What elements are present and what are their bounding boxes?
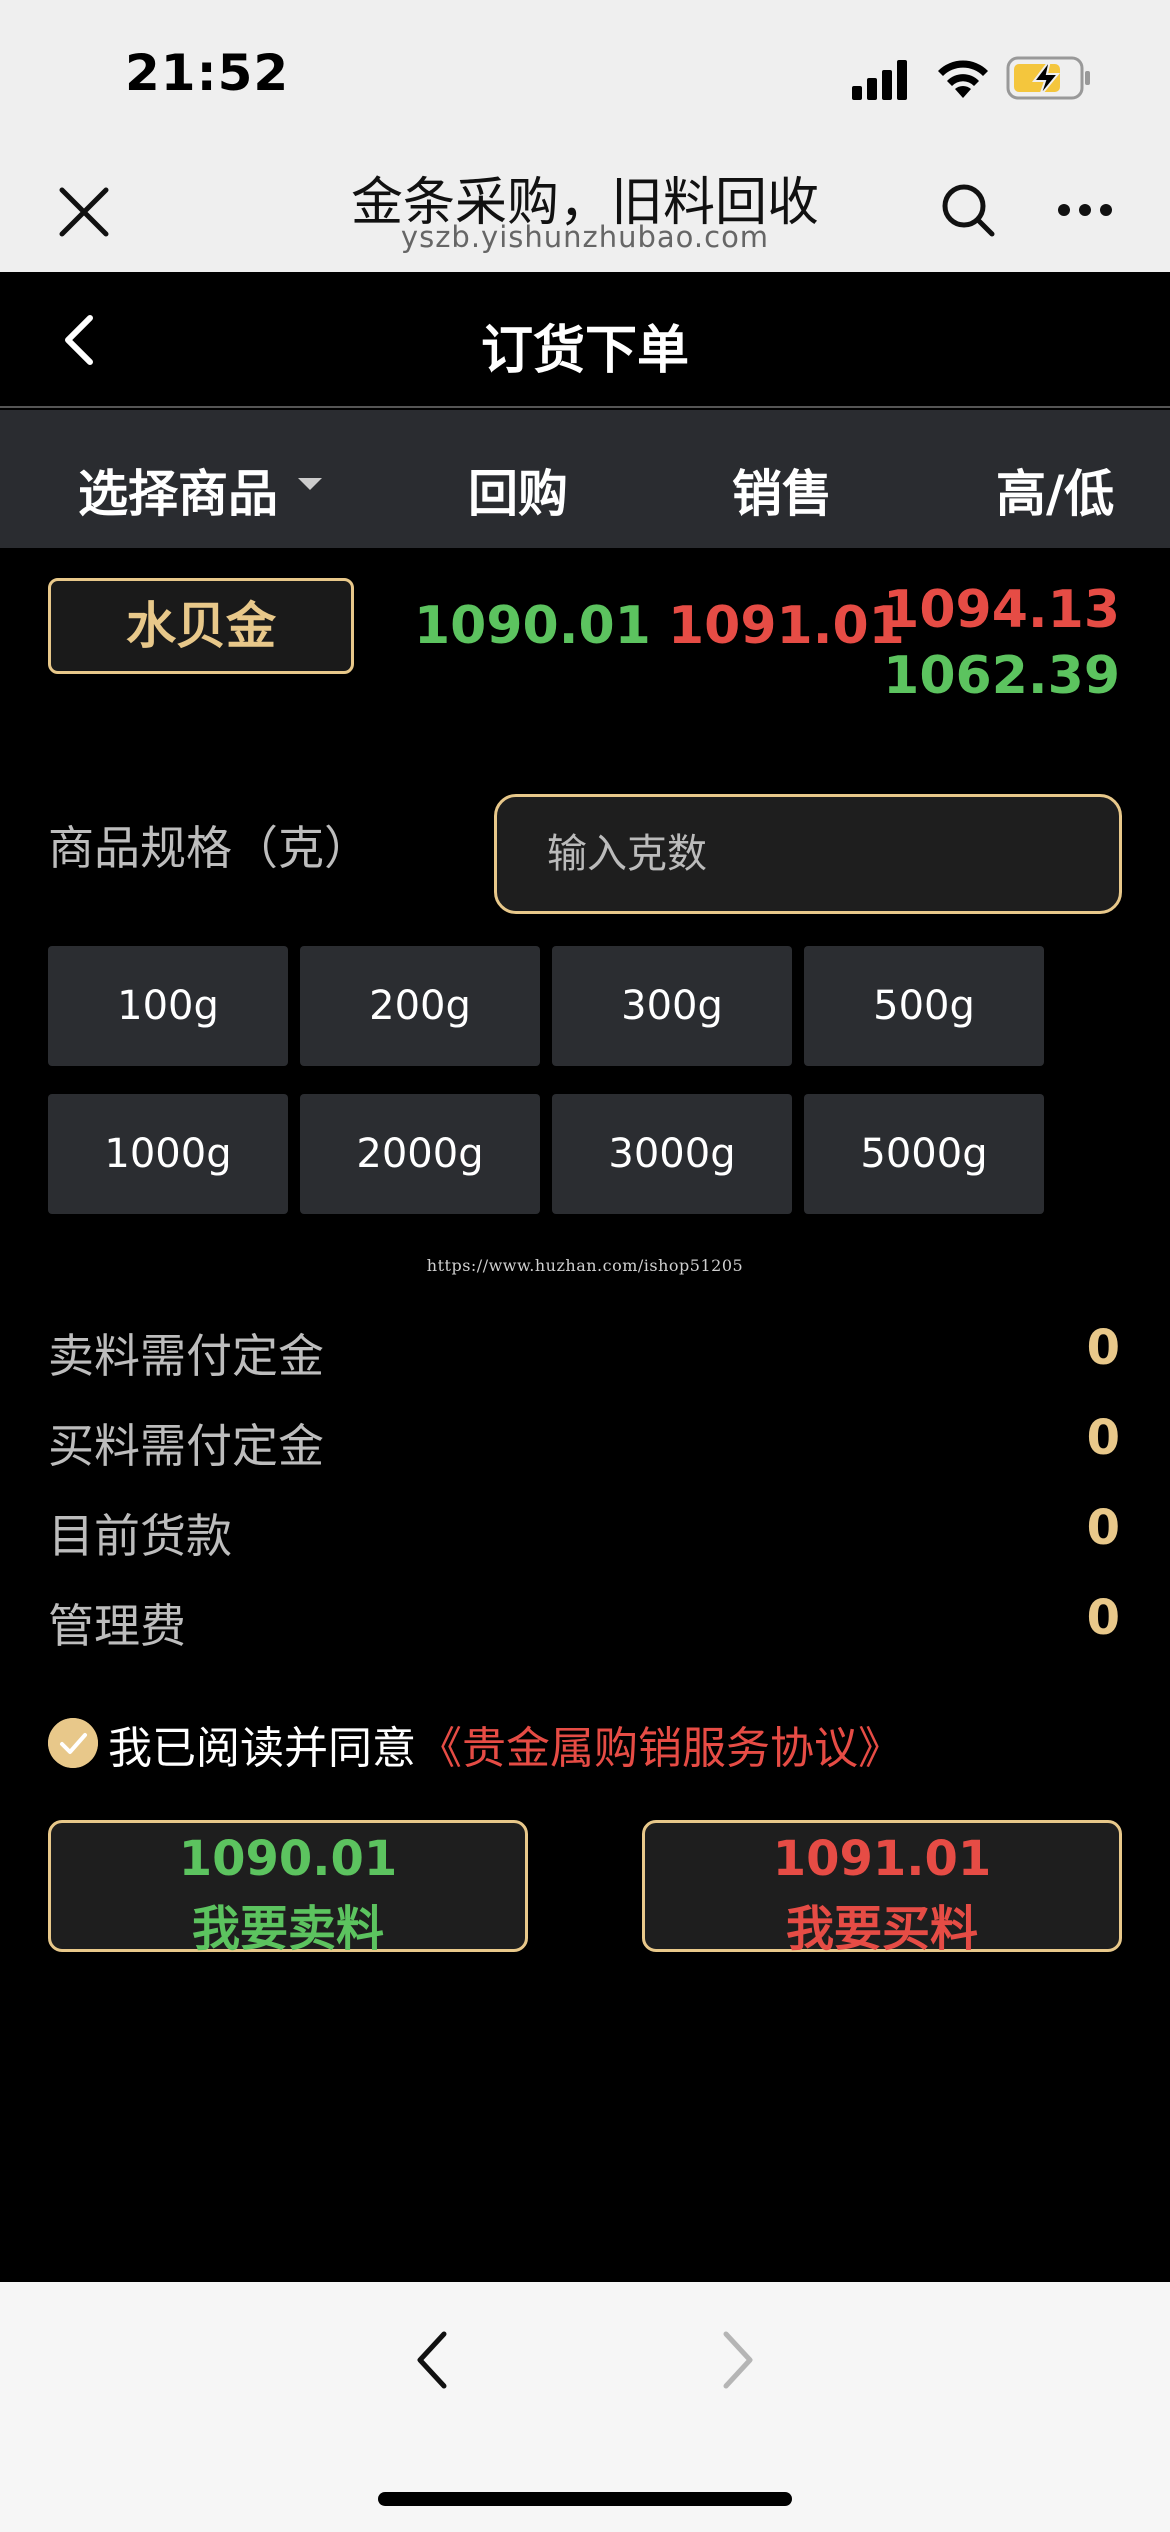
gram-option-500g[interactable]: 500g bbox=[804, 946, 1044, 1066]
low-price: 1062.39 bbox=[883, 646, 1120, 706]
page-title: 订货下单 bbox=[480, 321, 689, 381]
agreement-link[interactable]: 《贵金属购销服务协议》 bbox=[418, 1712, 902, 1776]
more-icon[interactable] bbox=[1056, 200, 1114, 220]
agreement-checkbox-icon[interactable] bbox=[48, 1718, 98, 1768]
status-time: 21:52 bbox=[125, 44, 290, 102]
gram-option-1000g[interactable]: 1000g bbox=[48, 1094, 288, 1214]
search-icon[interactable] bbox=[938, 180, 998, 240]
buyback-price: 1090.01 bbox=[414, 596, 651, 656]
page-nav: 订货下单 bbox=[0, 272, 1170, 408]
buy-material-button[interactable]: 1091.01 我要买料 bbox=[642, 1820, 1122, 1957]
browser-bottom-toolbar bbox=[0, 2282, 1170, 2532]
fee-label-current-payment: 目前货款 bbox=[48, 1509, 232, 1563]
watermark-url: https://www.huzhan.com/ishop51205 bbox=[426, 1256, 744, 1275]
browser-back-icon[interactable] bbox=[412, 2328, 452, 2392]
fee-value-buy-deposit: 0 bbox=[1086, 1410, 1120, 1466]
caret-down-icon[interactable] bbox=[298, 478, 322, 490]
browser-bar: 金条采购，旧料回收 yszb.yishunzhubao.com bbox=[0, 140, 1170, 272]
browser-forward-icon[interactable] bbox=[718, 2328, 758, 2392]
product-selector-button[interactable]: 水贝金 bbox=[48, 578, 354, 674]
buy-button-label: 我要买料 bbox=[785, 1901, 978, 1957]
sale-column-header: 销售 bbox=[732, 465, 832, 523]
price-table-header: 选择商品 回购 销售 高/低 bbox=[0, 410, 1170, 548]
fee-value-current-payment: 0 bbox=[1086, 1500, 1120, 1556]
select-product-dropdown[interactable]: 选择商品 bbox=[78, 454, 278, 526]
gram-option-200g[interactable]: 200g bbox=[300, 946, 540, 1066]
gram-option-300g[interactable]: 300g bbox=[552, 946, 792, 1066]
home-indicator[interactable] bbox=[378, 2492, 792, 2506]
high-price: 1094.13 bbox=[883, 580, 1120, 640]
fee-label-sell-deposit: 卖料需付定金 bbox=[48, 1329, 324, 1383]
fee-value-management-fee: 0 bbox=[1086, 1590, 1120, 1646]
gram-input[interactable] bbox=[494, 794, 1122, 914]
high-low-column-header: 高/低 bbox=[996, 465, 1115, 523]
agreement-text: 我已阅读并同意 bbox=[108, 1723, 416, 1774]
wifi-icon bbox=[938, 60, 988, 98]
battery-charging-icon bbox=[1006, 56, 1090, 100]
buyback-column-header: 回购 bbox=[468, 465, 568, 523]
sell-button-price: 1090.01 bbox=[178, 1831, 398, 1887]
sale-price: 1091.01 bbox=[668, 596, 905, 656]
screen: 21:52 金条采购，旧料回收 yszb.yishunzhubao.com 订货… bbox=[0, 0, 1170, 2532]
gram-option-2000g[interactable]: 2000g bbox=[300, 1094, 540, 1214]
gram-option-5000g[interactable]: 5000g bbox=[804, 1094, 1044, 1214]
sell-material-button[interactable]: 1090.01 我要卖料 bbox=[48, 1820, 528, 1957]
fee-label-management-fee: 管理费 bbox=[48, 1599, 186, 1653]
gram-option-3000g[interactable]: 3000g bbox=[552, 1094, 792, 1214]
fee-value-sell-deposit: 0 bbox=[1086, 1320, 1120, 1376]
buy-button-price: 1091.01 bbox=[772, 1831, 992, 1887]
cellular-signal-icon bbox=[852, 60, 907, 100]
gram-option-100g[interactable]: 100g bbox=[48, 946, 288, 1066]
spec-label: 商品规格（克） bbox=[48, 821, 370, 875]
sell-button-label: 我要卖料 bbox=[191, 1901, 384, 1957]
status-bar: 21:52 bbox=[0, 0, 1170, 140]
fee-label-buy-deposit: 买料需付定金 bbox=[48, 1419, 324, 1473]
